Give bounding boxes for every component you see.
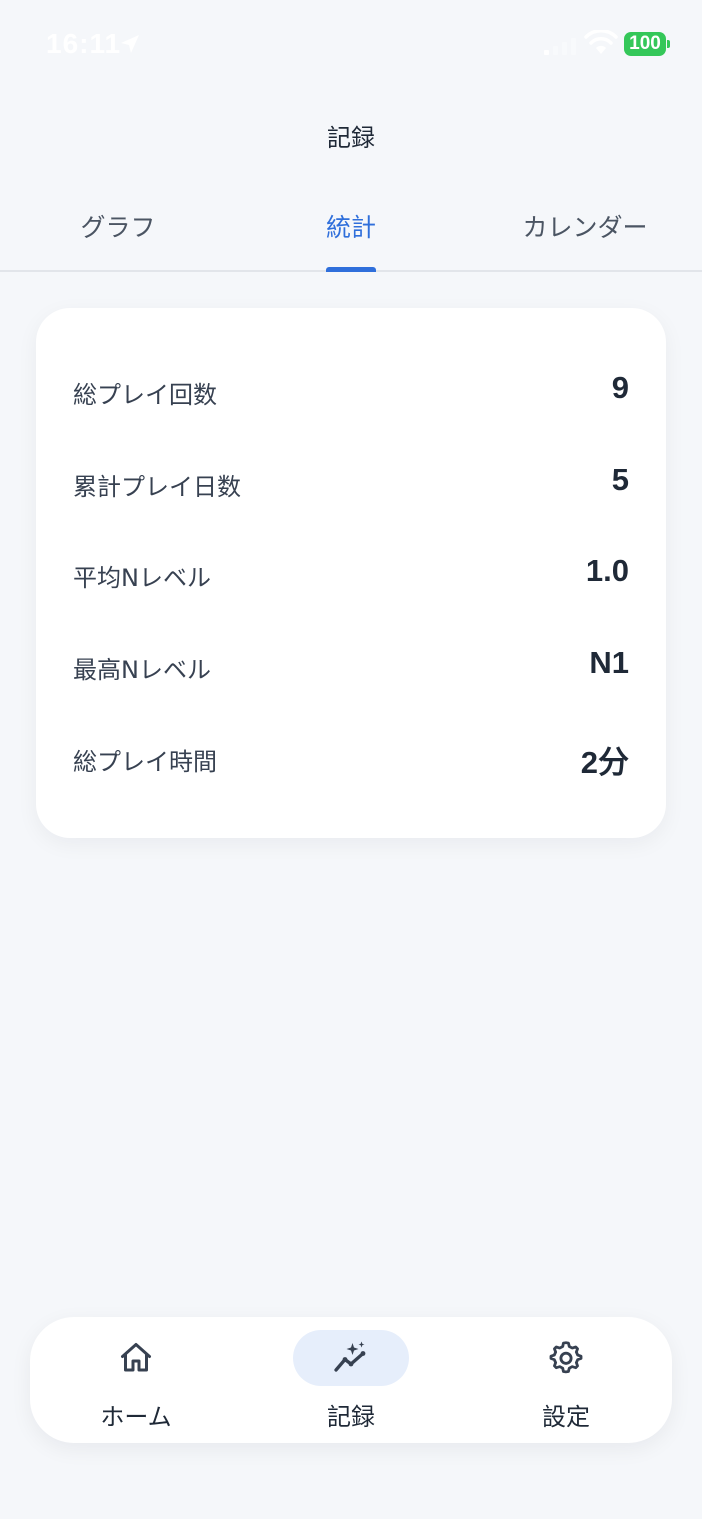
nav-item-home[interactable]: ホーム: [46, 1317, 226, 1443]
stat-row-play-days: 累計プレイ日数 5: [73, 457, 629, 507]
home-icon: [121, 1343, 151, 1372]
stat-value: N1: [589, 645, 629, 680]
tab-stats[interactable]: 統計: [326, 208, 376, 244]
battery-indicator: 100: [624, 32, 666, 56]
stat-label: 累計プレイ日数: [73, 473, 241, 501]
nav-item-records[interactable]: 記録: [261, 1317, 441, 1443]
stat-value: 9: [611, 370, 629, 405]
battery-tip: [667, 40, 670, 48]
gear-icon: [549, 1341, 583, 1374]
stat-row-total-time: 総プレイ時間 2分: [73, 732, 629, 782]
nav-label: ホーム: [100, 1403, 172, 1431]
active-tab-indicator: [326, 267, 376, 272]
stat-value: 2分: [580, 745, 629, 780]
stats-card: 総プレイ回数 9 累計プレイ日数 5 平均Nレベル 1.0 最高Nレベル N1 …: [36, 308, 666, 838]
stat-label: 総プレイ時間: [73, 748, 217, 776]
page-title: 記録: [327, 124, 375, 152]
tab-graph[interactable]: グラフ: [80, 208, 156, 244]
stat-value: 1.0: [585, 553, 629, 588]
records-screen: 16:11 100 記録 グラフ 統計 カレンダー 総プレイ回数 9 累計プレイ…: [0, 0, 702, 1519]
stat-label: 最高Nレベル: [73, 656, 211, 684]
location-arrow-icon: [121, 35, 139, 53]
segment-tabs: グラフ 統計 カレンダー: [0, 190, 702, 272]
wifi-icon: [584, 30, 618, 54]
nav-item-settings[interactable]: 設定: [476, 1317, 656, 1443]
nav-label: 設定: [542, 1403, 590, 1431]
tab-calendar[interactable]: カレンダー: [522, 208, 648, 244]
stat-row-total-plays: 総プレイ回数 9: [73, 365, 629, 415]
sparkle-chart-icon: [334, 1341, 366, 1372]
stat-label: 平均Nレベル: [73, 564, 211, 592]
status-time: 16:11: [46, 28, 122, 59]
status-bar: 16:11 100: [0, 0, 702, 90]
bottom-nav: ホーム 記録 設定: [30, 1317, 672, 1443]
stat-value: 5: [611, 462, 629, 497]
stat-row-average-level: 平均Nレベル 1.0: [73, 548, 629, 598]
nav-label: 記録: [327, 1403, 375, 1431]
stat-label: 総プレイ回数: [73, 381, 217, 409]
stat-row-max-level: 最高Nレベル N1: [73, 640, 629, 690]
cellular-signal-icon: [544, 38, 576, 55]
